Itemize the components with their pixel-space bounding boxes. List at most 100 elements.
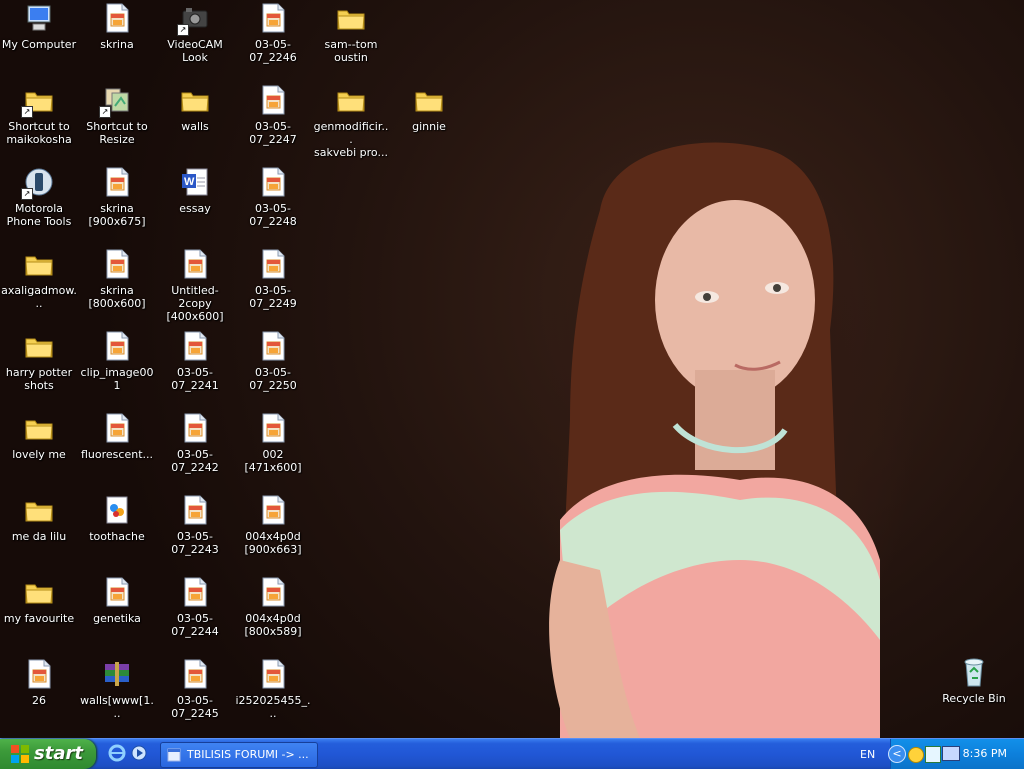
desktop-icon[interactable]: 004x4p0d [900x663] (234, 494, 312, 556)
smiley-messenger-icon[interactable] (908, 747, 924, 763)
desktop-icon-label-line: walls (181, 120, 209, 133)
desktop-icon-label-line: maikokosha (6, 133, 72, 146)
desktop-icon-label-line: skrina (100, 202, 134, 215)
desktop-icon-label-line: lovely me (12, 448, 66, 461)
desktop-icon-label-line: 03-05-07_2245 (171, 694, 219, 720)
shortcut-arrow-icon: ↗ (99, 106, 111, 118)
display-icon[interactable] (942, 746, 960, 761)
desktop-icon[interactable]: 03-05-07_2249 (234, 248, 312, 310)
desktop-icon-label: 03-05-07_2249 (234, 284, 312, 310)
desktop-icon-label: 03-05-07_2250 (234, 366, 312, 392)
desktop-icon[interactable]: skrina (78, 2, 156, 51)
language-indicator[interactable]: EN (860, 748, 875, 761)
recycle-bin[interactable]: Recycle Bin (935, 656, 1013, 705)
desktop-icon[interactable]: 03-05-07_2245 (156, 658, 234, 720)
desktop-icon[interactable]: my favourite (0, 576, 78, 625)
image-file-icon (179, 330, 211, 362)
desktop-icon[interactable]: Untitled-2copy [400x600] (156, 248, 234, 323)
desktop-icon[interactable]: walls[www[1... (78, 658, 156, 720)
desktop-icon-label: 002 [471x600] (234, 448, 312, 474)
desktop-icon-label: 03-05-07_2246 (234, 38, 312, 64)
windows-media-player-icon[interactable] (130, 744, 148, 762)
desktop-icon[interactable]: fluorescent... (78, 412, 156, 461)
shortcut-arrow-icon: ↗ (177, 24, 189, 36)
desktop-icon[interactable]: ↗ Shortcut to maikokosha (0, 84, 78, 146)
desktop-icon[interactable]: 03-05-07_2246 (234, 2, 312, 64)
desktop-icon[interactable]: 03-05-07_2241 (156, 330, 234, 392)
desktop-icon-label-line: VideoCAM Look (167, 38, 223, 64)
desktop-icon-label-line: axaligadmow... (1, 284, 77, 310)
desktop-icon-label: Motorola Phone Tools (0, 202, 78, 228)
desktop-icon[interactable]: ↗ Motorola Phone Tools (0, 166, 78, 228)
desktop-icon-label-line: toothache (89, 530, 145, 543)
start-button[interactable]: start (0, 739, 96, 769)
desktop-icon[interactable]: genmodificir... sakvebi pro... (312, 84, 390, 159)
desktop-icon-label: essay (156, 202, 234, 215)
desktop-icon[interactable]: 004x4p0d [800x589] (234, 576, 312, 638)
image-file-icon (179, 248, 211, 280)
desktop-icon-label-line: 03-05-07_2246 (249, 38, 297, 64)
desktop-icon-label: Shortcut to Resize (78, 120, 156, 146)
image-file-icon (179, 494, 211, 526)
desktop-icon[interactable]: Wessay (156, 166, 234, 215)
system-tray: < 8:36 PM (888, 739, 1024, 769)
desktop-icon[interactable]: toothache (78, 494, 156, 543)
desktop-icon-label: lovely me (0, 448, 78, 461)
desktop-icon-label-line: essay (179, 202, 211, 215)
desktop-icon-label-line: my favourite (3, 612, 75, 625)
desktop-icon[interactable]: 26 (0, 658, 78, 707)
desktop-icon[interactable]: 03-05-07_2247 (234, 84, 312, 146)
wallpaper-pupil-right (773, 284, 781, 292)
wallpaper-pupil-left (703, 293, 711, 301)
desktop-icon-label-line: 03-05-07_2250 (249, 366, 297, 392)
camera-shortcut-icon: ↗ (177, 2, 211, 36)
desktop-icon[interactable]: 03-05-07_2242 (156, 412, 234, 474)
desktop-icon[interactable]: My Computer (0, 2, 78, 51)
desktop-icon[interactable]: axaligadmow... (0, 248, 78, 310)
network-icon[interactable] (925, 746, 941, 763)
desktop[interactable]: My Computer skrina ↗ VideoCAM Look 03-05-07_… (0, 0, 1024, 738)
internet-explorer-icon[interactable] (108, 744, 126, 762)
desktop-icon[interactable]: ↗ Shortcut to Resize (78, 84, 156, 146)
desktop-icon[interactable]: genetika (78, 576, 156, 625)
shortcut-arrow-icon: ↗ (21, 188, 33, 200)
desktop-icon[interactable]: 03-05-07_2250 (234, 330, 312, 392)
desktop-icon[interactable]: i252025455_... (234, 658, 312, 720)
desktop-icon-label: 03-05-07_2242 (156, 448, 234, 474)
desktop-icon-label-line: [400x600] (166, 310, 224, 323)
folder-icon (23, 330, 55, 362)
desktop-icon[interactable]: walls (156, 84, 234, 133)
desktop-icon-label: axaligadmow... (0, 284, 78, 310)
desktop-icon[interactable]: clip_image001 (78, 330, 156, 392)
desktop-icon-label-line: Motorola (14, 202, 64, 215)
image-file-icon (257, 84, 289, 116)
desktop-icon-label: 03-05-07_2245 (156, 694, 234, 720)
taskbar: start TBILISIS FORUMI -> ... EN < 8:36 P… (0, 738, 1024, 769)
show-hidden-icons-chevron-icon[interactable]: < (888, 745, 906, 763)
desktop-icon[interactable]: 03-05-07_2243 (156, 494, 234, 556)
desktop-icon[interactable]: harry potter shots (0, 330, 78, 392)
desktop-icon-label: 03-05-07_2247 (234, 120, 312, 146)
desktop-icon[interactable]: skrina [800x600] (78, 248, 156, 310)
desktop-icon-label-line: 03-05-07_2243 (171, 530, 219, 556)
desktop-icon-label-line: walls[www[1... (80, 694, 154, 720)
task-button-tbilisis-forumi[interactable]: TBILISIS FORUMI -> ... (160, 742, 318, 768)
desktop-icon[interactable]: 03-05-07_2244 (156, 576, 234, 638)
desktop-icon-label: me da lilu (0, 530, 78, 543)
clock[interactable]: 8:36 PM (963, 747, 1007, 760)
motorola-shortcut-icon: ↗ (21, 166, 55, 200)
desktop-icon[interactable]: 03-05-07_2248 (234, 166, 312, 228)
desktop-icon[interactable]: lovely me (0, 412, 78, 461)
folder-icon (23, 576, 55, 608)
desktop-icon[interactable]: sam--tom oustin (312, 2, 390, 64)
desktop-icon[interactable]: ginnie (390, 84, 468, 133)
image-file-icon (257, 658, 289, 690)
desktop-icon-label-line: Resize (99, 133, 135, 146)
desktop-icon[interactable]: 002 [471x600] (234, 412, 312, 474)
image-file-icon (257, 166, 289, 198)
desktop-icon[interactable]: skrina [900x675] (78, 166, 156, 228)
desktop-icon-label: VideoCAM Look (156, 38, 234, 64)
desktop-icon[interactable]: ↗ VideoCAM Look (156, 2, 234, 64)
paint-file-icon (101, 494, 133, 526)
desktop-icon[interactable]: me da lilu (0, 494, 78, 543)
